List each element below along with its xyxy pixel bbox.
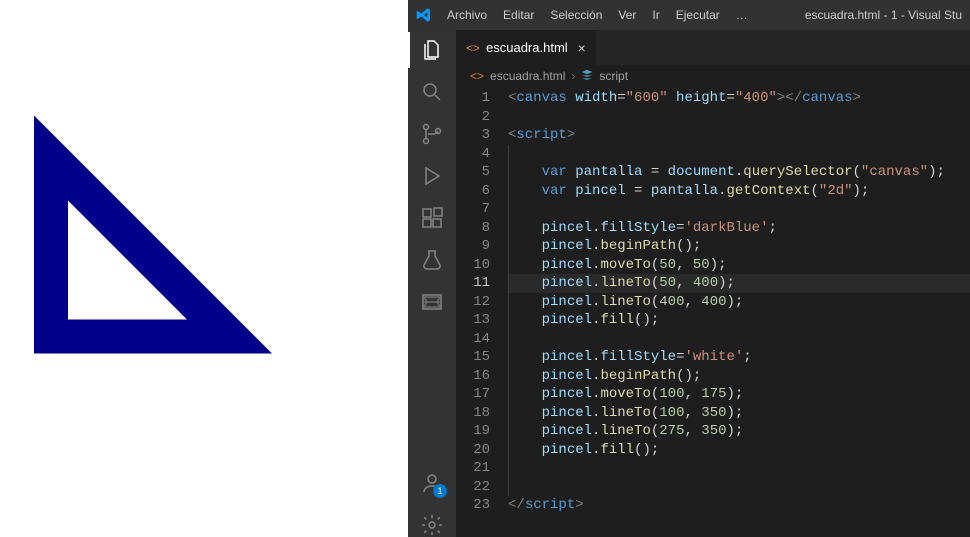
render-output — [0, 0, 408, 537]
symbol-icon — [581, 69, 593, 84]
line-numbers: 1234567891011121314151617181920212223 — [456, 87, 508, 537]
tab-bar: <> escuadra.html × — [456, 30, 970, 65]
remote-icon[interactable] — [420, 290, 444, 314]
testing-icon[interactable] — [420, 248, 444, 272]
html-file-icon: <> — [470, 69, 484, 83]
breadcrumb-file[interactable]: escuadra.html — [490, 69, 565, 83]
menu-seleccion[interactable]: Selección — [543, 4, 609, 26]
code-content[interactable]: <canvas width="600" height="400"></canva… — [508, 87, 970, 537]
close-tab-icon[interactable]: × — [578, 40, 586, 56]
code-editor[interactable]: 1234567891011121314151617181920212223 <c… — [456, 87, 970, 537]
main-area: 1 <> escuadra.html × <> escuadra.html › — [408, 30, 970, 537]
source-control-icon[interactable] — [420, 122, 444, 146]
settings-gear-icon[interactable] — [420, 513, 444, 537]
run-debug-icon[interactable] — [420, 164, 444, 188]
accounts-badge: 1 — [433, 484, 447, 498]
search-icon[interactable] — [420, 80, 444, 104]
breadcrumbs[interactable]: <> escuadra.html › script — [456, 65, 970, 87]
tab-label: escuadra.html — [486, 40, 568, 55]
accounts-icon[interactable]: 1 — [420, 471, 444, 495]
output-canvas — [0, 0, 408, 537]
vscode-logo-icon — [416, 7, 432, 23]
titlebar: Archivo Editar Selección Ver Ir Ejecutar… — [408, 0, 970, 30]
menu-ver[interactable]: Ver — [611, 4, 643, 26]
vscode-window: Archivo Editar Selección Ver Ir Ejecutar… — [408, 0, 970, 537]
files-icon[interactable] — [420, 38, 444, 62]
html-file-icon: <> — [466, 41, 480, 55]
breadcrumb-symbol[interactable]: script — [599, 69, 628, 83]
menu-overflow[interactable]: … — [729, 4, 755, 26]
tab-escuadra[interactable]: <> escuadra.html × — [456, 30, 597, 65]
activity-bar: 1 — [408, 30, 456, 537]
window-title: escuadra.html - 1 - Visual Stu — [805, 8, 962, 22]
extensions-icon[interactable] — [420, 206, 444, 230]
menu-ejecutar[interactable]: Ejecutar — [669, 4, 727, 26]
menu-editar[interactable]: Editar — [496, 4, 541, 26]
chevron-right-icon: › — [571, 69, 575, 83]
menu-archivo[interactable]: Archivo — [440, 4, 494, 26]
editor-area: <> escuadra.html × <> escuadra.html › sc… — [456, 30, 970, 537]
menu-ir[interactable]: Ir — [645, 4, 666, 26]
